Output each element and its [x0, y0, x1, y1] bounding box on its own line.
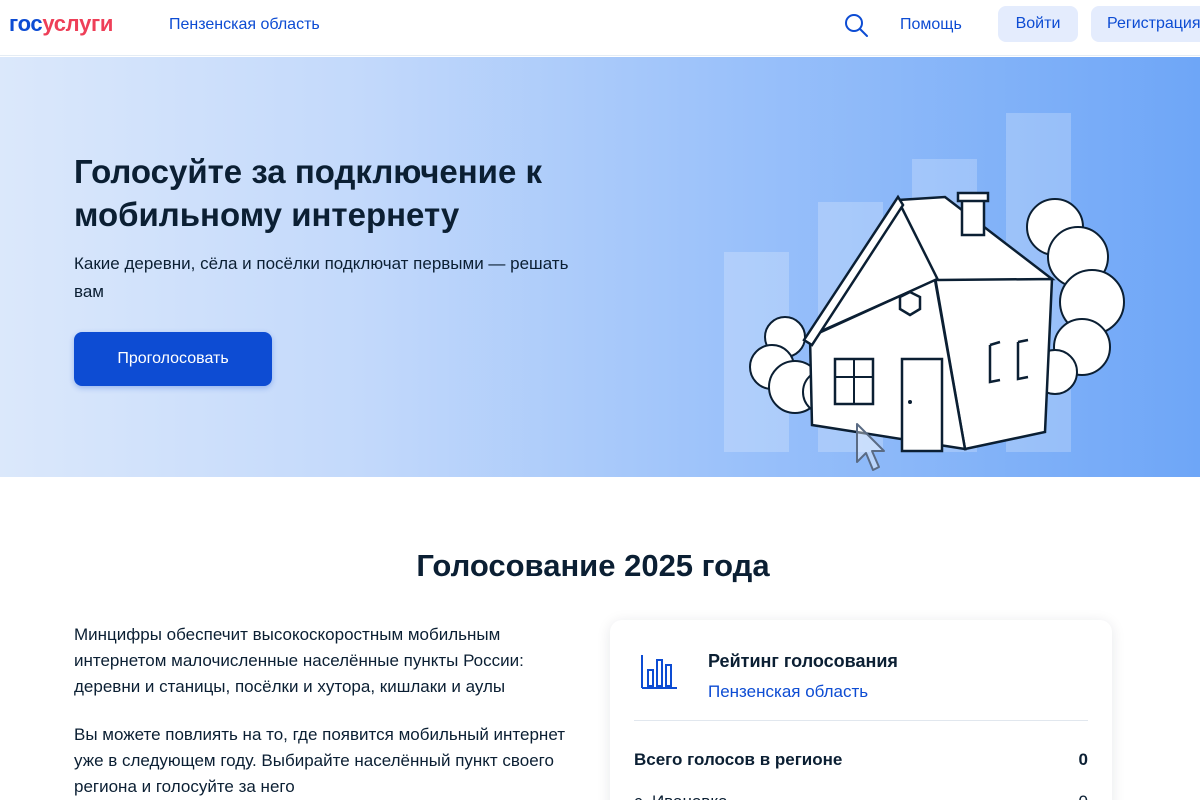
search-icon[interactable]: [843, 12, 869, 38]
total-votes-label: Всего голосов в регионе: [634, 750, 843, 769]
section-paragraph-1: Минцифры обеспечит высокоскоростным моби…: [74, 625, 524, 696]
region-selector[interactable]: Пензенская область: [169, 16, 320, 34]
rating-card: Рейтинг голосования Пензенская область В…: [610, 620, 1112, 800]
section-paragraph-2: Вы можете повлиять на то, где появится м…: [74, 725, 565, 796]
help-link[interactable]: Помощь: [900, 16, 962, 34]
rating-row-label: с. Ивановка: [634, 792, 728, 800]
total-votes-value: 0: [1078, 750, 1088, 769]
register-button[interactable]: Регистрация: [1091, 6, 1200, 42]
hero-title: Голосуйте за подключение к мобильному ин…: [74, 153, 542, 233]
house-illustration: [700, 97, 1180, 477]
vote-button[interactable]: Проголосовать: [74, 332, 272, 386]
site-header: госуслуги Пензенская область Помощь Войт…: [0, 0, 1200, 56]
login-button[interactable]: Войти: [998, 6, 1078, 42]
logo-part-gos: гос: [9, 11, 43, 36]
rating-title: Рейтинг голосования: [708, 651, 898, 671]
gosuslugi-logo[interactable]: госуслуги: [9, 11, 113, 37]
bar-chart-icon: [640, 652, 678, 690]
hero-subtitle: Какие деревни, сёла и посёлки подключат …: [74, 254, 569, 301]
divider: [634, 720, 1088, 721]
logo-part-uslugi: услуги: [42, 11, 114, 36]
section-title: Голосование 2025 года: [416, 548, 770, 583]
rating-row-value: 0: [1050, 792, 1088, 800]
hero-banner: Голосуйте за подключение к мобильному ин…: [0, 57, 1200, 477]
rating-region-link[interactable]: Пензенская область: [708, 682, 868, 702]
mouse-cursor-icon: [855, 422, 891, 474]
